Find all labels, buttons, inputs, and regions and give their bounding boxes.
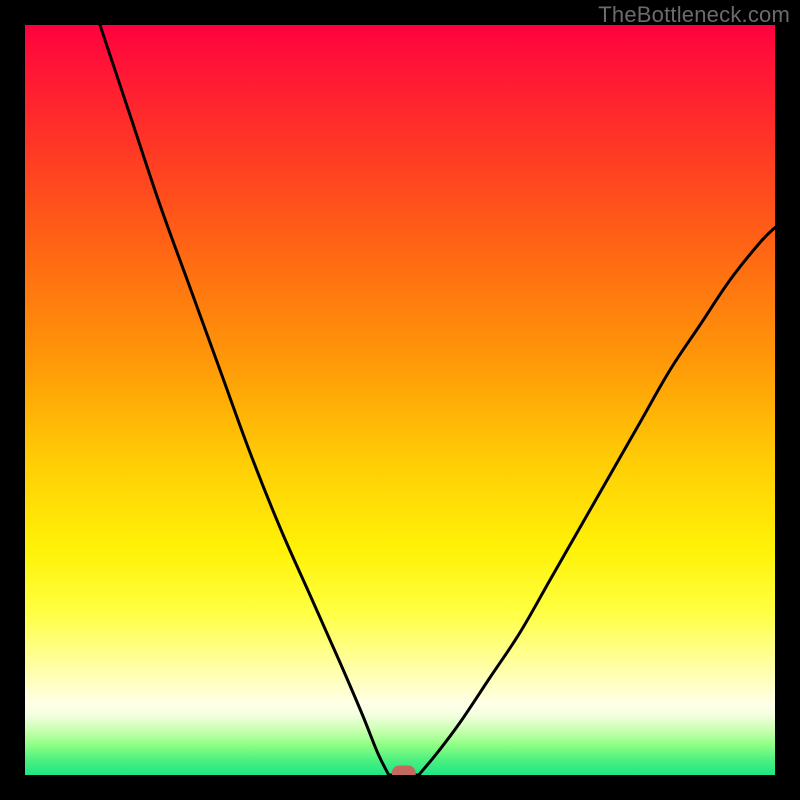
chart-frame: TheBottleneck.com xyxy=(0,0,800,800)
watermark-text: TheBottleneck.com xyxy=(598,2,790,28)
plot-area xyxy=(25,25,775,775)
optimum-marker xyxy=(25,25,775,775)
